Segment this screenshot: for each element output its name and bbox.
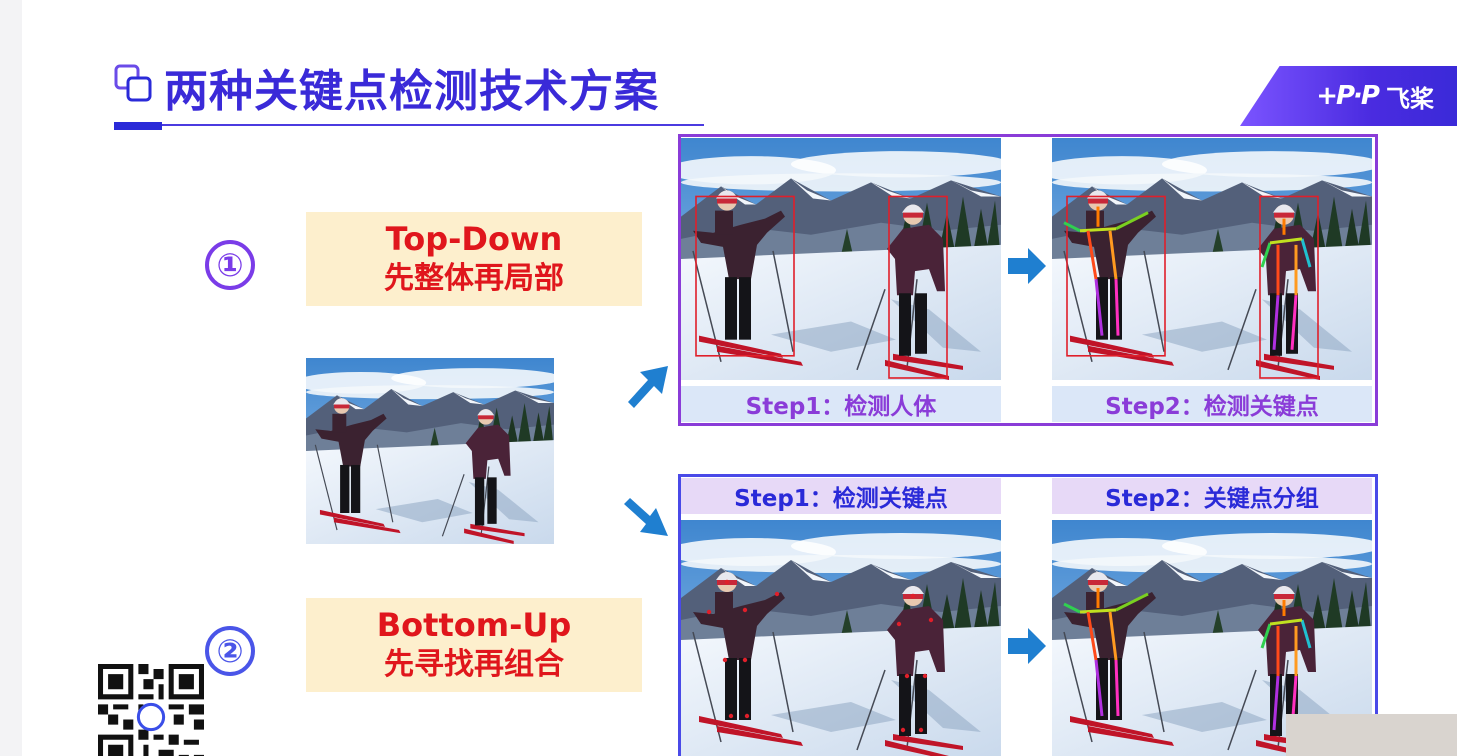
paddle-logo: +P·P 飞桨	[1240, 66, 1457, 126]
slide: 两种关键点检测技术方案 +P·P 飞桨 ① Top-Down 先整体再局部 ② …	[22, 0, 1457, 756]
arrow-right-icon	[1008, 248, 1046, 284]
title-underline	[114, 124, 704, 126]
method-label-bottom-up: Bottom-Up 先寻找再组合	[306, 598, 642, 692]
slide-title: 两种关键点检测技术方案	[164, 66, 659, 117]
method-number-2: ②	[205, 626, 255, 676]
qr-code-icon	[98, 664, 204, 756]
detect-keypoints-photo	[1052, 138, 1372, 380]
bottom-step-1-label: Step1：检测关键点	[681, 478, 1001, 514]
paddle-logo-text: 飞桨	[1386, 84, 1434, 113]
method-number-1: ①	[205, 240, 255, 290]
title-underline-accent	[114, 122, 162, 130]
input-photo	[306, 358, 554, 544]
method-name-en: Top-Down	[385, 220, 563, 258]
paddle-logo-icon: +P·P	[1316, 81, 1380, 111]
layers-icon	[114, 64, 152, 102]
presenter-video-thumbnail[interactable]	[1286, 714, 1457, 756]
arrow-up-right-icon	[628, 366, 668, 408]
bottom-step-2-label: Step2：关键点分组	[1052, 478, 1372, 514]
keypoints-photo	[681, 520, 1001, 756]
method-name-en: Bottom-Up	[376, 606, 572, 644]
method-name-cn: 先整体再局部	[384, 261, 564, 296]
method-name-cn: 先寻找再组合	[384, 647, 564, 682]
top-step-2-label: Step2：检测关键点	[1052, 386, 1372, 422]
detect-person-photo	[681, 138, 1001, 380]
arrow-down-right-icon	[624, 498, 668, 536]
top-step-1-label: Step1：检测人体	[681, 386, 1001, 422]
method-label-top-down: Top-Down 先整体再局部	[306, 212, 642, 306]
arrow-right-icon	[1008, 628, 1046, 664]
